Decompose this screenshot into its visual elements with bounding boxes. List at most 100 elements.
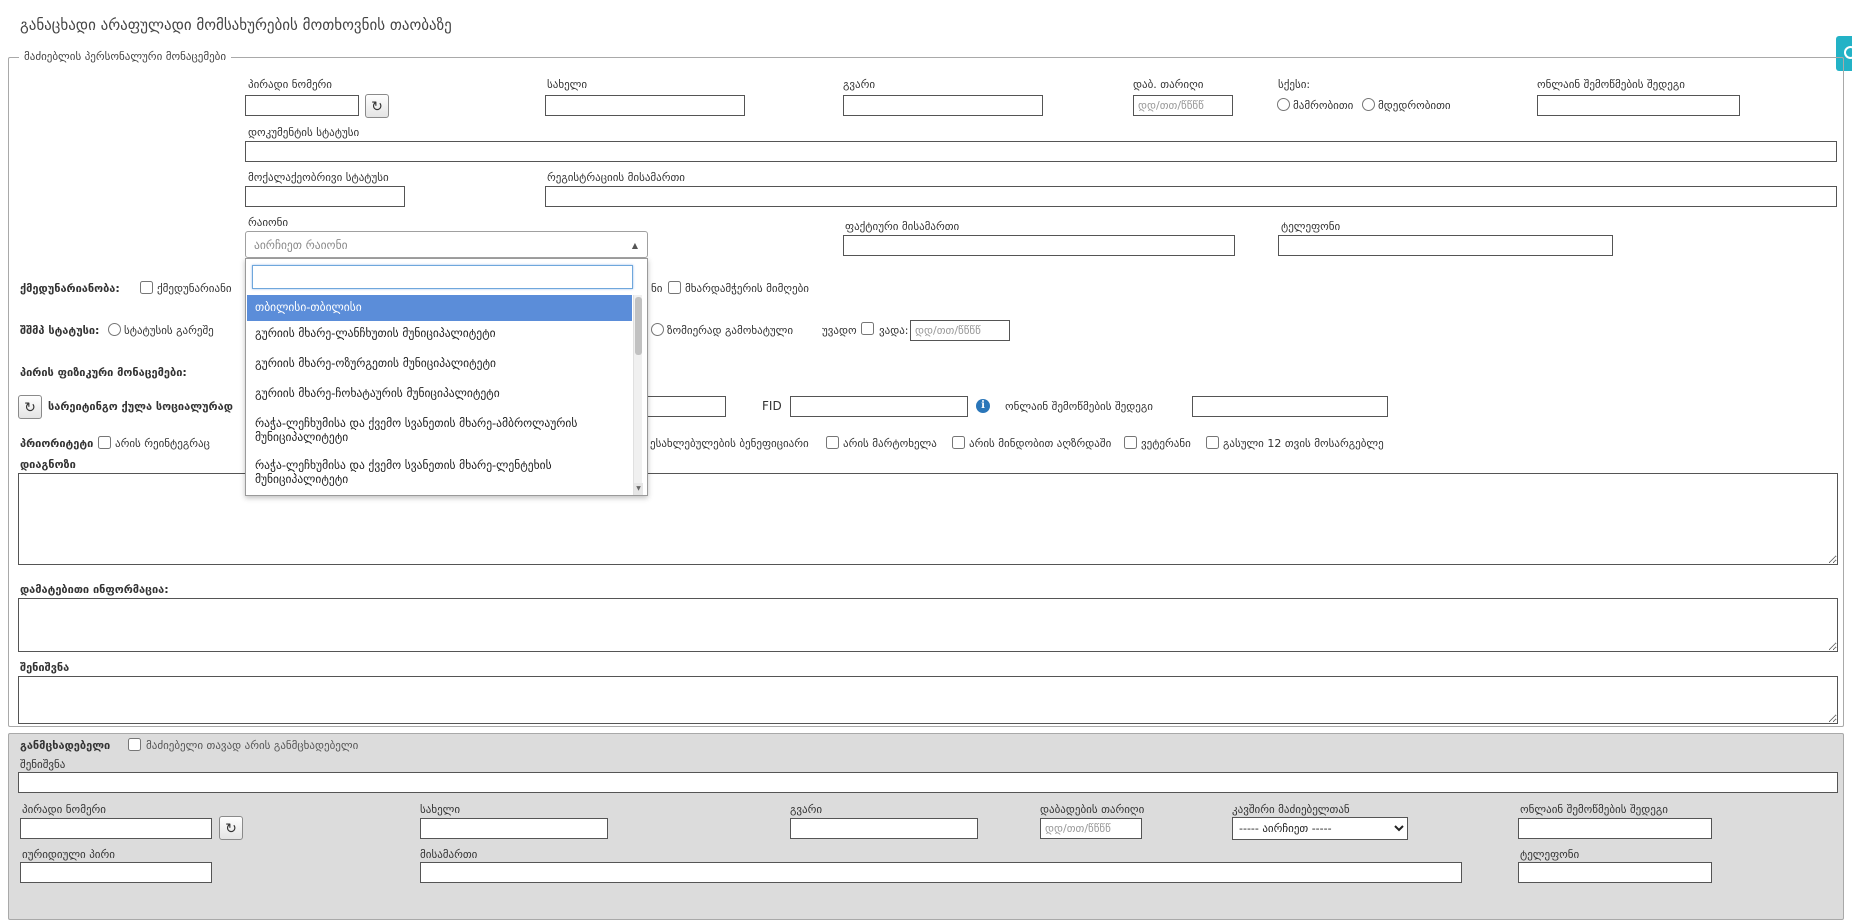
registration-address-input[interactable] xyxy=(545,186,1837,207)
disability-no-status-radio[interactable] xyxy=(108,323,121,336)
additional-info-label: დამატებითი ინფორმაცია: xyxy=(20,583,169,596)
applicant-online-result-label: ონლაინ შემოწმების შედეგი xyxy=(1520,803,1668,816)
disability-status-label: შშმპ სტატუსი: xyxy=(20,324,99,337)
priority-foster-label: არის მინდობით აღზრდაში xyxy=(969,437,1111,450)
applicant-personal-number-input[interactable] xyxy=(20,818,212,839)
applicant-birth-date-label: დაბადების თარიღი xyxy=(1040,803,1144,816)
seeker-fieldset-legend: მაძიებლის პერსონალური მონაცემები xyxy=(19,50,231,63)
document-status-label: დოკუმენტის სტატუსი xyxy=(248,126,359,139)
applicant-phone-input[interactable] xyxy=(1518,862,1712,883)
applicant-legal-person-label: იურიდიული პირი xyxy=(22,848,115,861)
sex-male-radio[interactable] xyxy=(1277,98,1290,111)
personal-number-refresh-button[interactable]: ↻ xyxy=(365,94,389,118)
citizenship-status-input[interactable] xyxy=(245,186,405,207)
application-form-page: { "page": { "title": "განაცხადი არაფულად… xyxy=(0,0,1852,924)
sex-label: სქესი: xyxy=(1278,78,1310,91)
district-option[interactable]: გურიის მხარე-ლანჩხუთის მუნიციპალიტეტი xyxy=(247,321,632,351)
applicant-birth-date-input[interactable] xyxy=(1040,818,1142,839)
sex-female-radio[interactable] xyxy=(1362,98,1375,111)
fid-input[interactable] xyxy=(790,396,968,417)
sex-female-label: მდედრობითი xyxy=(1378,99,1451,112)
applicant-note-label: შენიშვნა xyxy=(20,758,65,771)
priority-label: პრიორიტეტი xyxy=(20,437,93,450)
disability-term-date-input[interactable] xyxy=(910,320,1010,341)
priority-veteran-checkbox[interactable] xyxy=(1124,436,1137,449)
actual-address-input[interactable] xyxy=(843,235,1235,256)
first-name-input[interactable] xyxy=(545,95,745,116)
fid-label: FID xyxy=(762,399,782,413)
applicant-phone-label: ტელეფონი xyxy=(1520,848,1579,861)
applicant-personal-number-refresh-button[interactable]: ↻ xyxy=(219,816,243,840)
district-select[interactable]: აირჩიეთ რაიონი ▲ xyxy=(245,231,648,258)
birth-date-input[interactable] xyxy=(1133,95,1233,116)
priority-reintegration-label: არის რეინტეგრაც xyxy=(115,437,210,450)
applicant-legal-person-input[interactable] xyxy=(20,862,212,883)
registration-address-label: რეგისტრაციის მისამართი xyxy=(547,171,685,184)
disability-moderate-label: ზომიერად გამოხატული xyxy=(667,324,793,337)
district-select-placeholder: აირჩიეთ რაიონი xyxy=(254,238,348,252)
priority-veteran-label: ვეტერანი xyxy=(1141,437,1191,450)
actual-address-label: ფაქტიური მისამართი xyxy=(845,220,959,233)
applicant-address-input[interactable] xyxy=(420,862,1462,883)
personal-number-label: პირადი ნომერი xyxy=(248,78,332,91)
disability-no-status-label: სტატუსის გარეშე xyxy=(124,324,214,337)
disability-moderate-radio[interactable] xyxy=(651,323,664,336)
capacity-supported-checkbox[interactable] xyxy=(668,281,681,294)
priority-single-label: არის მარტოხელა xyxy=(843,437,937,450)
applicant-self-checkbox[interactable] xyxy=(128,738,141,751)
district-dropdown-panel: თბილისი-თბილისი გურიის მხარე-ლანჩხუთის მ… xyxy=(245,258,648,496)
applicant-online-result-input[interactable] xyxy=(1518,818,1712,839)
applicant-last-name-input[interactable] xyxy=(790,818,978,839)
last-name-input[interactable] xyxy=(843,95,1043,116)
applicant-first-name-label: სახელი xyxy=(420,803,460,816)
district-option[interactable]: რაჭა-ლეჩხუმისა და ქვემო სვანეთის მხარე-ა… xyxy=(247,411,632,453)
scrollbar-thumb[interactable] xyxy=(635,297,642,355)
scroll-down-icon[interactable]: ▼ xyxy=(634,483,643,495)
last-name-label: გვარი xyxy=(843,78,875,91)
additional-info-textarea[interactable] xyxy=(18,598,1838,652)
district-search-input[interactable] xyxy=(252,265,633,289)
capacity-label: ქმედუნარიანობა: xyxy=(20,282,120,295)
applicant-address-label: მისამართი xyxy=(420,848,477,861)
physical-data-label: პირის ფიზიკური მონაცემები: xyxy=(20,366,187,379)
magnifier-icon xyxy=(1844,46,1852,60)
rating-refresh-button[interactable]: ↻ xyxy=(18,395,42,419)
personal-number-input[interactable] xyxy=(245,95,359,116)
applicant-relation-label: კავშირი მაძიებელთან xyxy=(1232,803,1350,816)
diagnosis-label: დიაგნოზი xyxy=(20,458,76,471)
district-option-highlighted[interactable]: თბილისი-თბილისი xyxy=(247,295,632,321)
rating-score-label: სარეიტინგო ქულა სოციალურად xyxy=(48,400,233,413)
disability-termless-checkbox[interactable] xyxy=(861,322,874,335)
disability-term-label: ვადა: xyxy=(879,324,909,337)
birth-date-label: დაბ. თარიღი xyxy=(1133,78,1203,91)
district-option[interactable]: გურიის მხარე-ოზურგეთის მუნიციპალიტეტი xyxy=(247,351,632,381)
phone-label: ტელეფონი xyxy=(1281,220,1340,233)
citizenship-status-label: მოქალაქეობრივი სტატუსი xyxy=(248,171,389,184)
priority-single-checkbox[interactable] xyxy=(826,436,839,449)
online-result-label: ონლაინ შემოწმების შედეგი xyxy=(1537,78,1685,91)
dropdown-scrollbar[interactable]: ▼ xyxy=(633,295,642,495)
applicant-note-input[interactable] xyxy=(18,772,1838,793)
document-status-input[interactable] xyxy=(245,141,1837,162)
priority-foster-checkbox[interactable] xyxy=(952,436,965,449)
seeker-note-label: შენიშვნა xyxy=(20,661,69,674)
info-icon[interactable]: i xyxy=(976,399,990,413)
priority-reintegration-checkbox[interactable] xyxy=(98,436,111,449)
priority-resettled-fragment: ესახლებულების ბენეფიციარი xyxy=(650,437,809,450)
disability-termless-label: უვადო xyxy=(822,324,857,337)
priority-last12-label: გასული 12 თვის მოსარგებლე xyxy=(1223,437,1384,450)
phone-input[interactable] xyxy=(1278,235,1613,256)
district-label: რაიონი xyxy=(248,216,288,229)
applicant-relation-select[interactable]: ----- აირჩიეთ ----- xyxy=(1232,817,1408,840)
district-option[interactable]: რაჭა-ლეჩხუმისა და ქვემო სვანეთის მხარე-ლ… xyxy=(247,453,632,495)
rating-online-result-input[interactable] xyxy=(1192,396,1388,417)
capacity-capable-checkbox[interactable] xyxy=(140,281,153,294)
priority-last12-checkbox[interactable] xyxy=(1206,436,1219,449)
first-name-label: სახელი xyxy=(547,78,587,91)
applicant-first-name-input[interactable] xyxy=(420,818,608,839)
applicant-self-label: მაძიებელი თავად არის განმცხადებელი xyxy=(146,739,358,752)
online-result-input[interactable] xyxy=(1537,95,1740,116)
seeker-note-textarea[interactable] xyxy=(18,676,1838,724)
district-option[interactable]: გურიის მხარე-ჩოხატაურის მუნიციპალიტეტი xyxy=(247,381,632,411)
chevron-up-icon: ▲ xyxy=(632,241,638,250)
